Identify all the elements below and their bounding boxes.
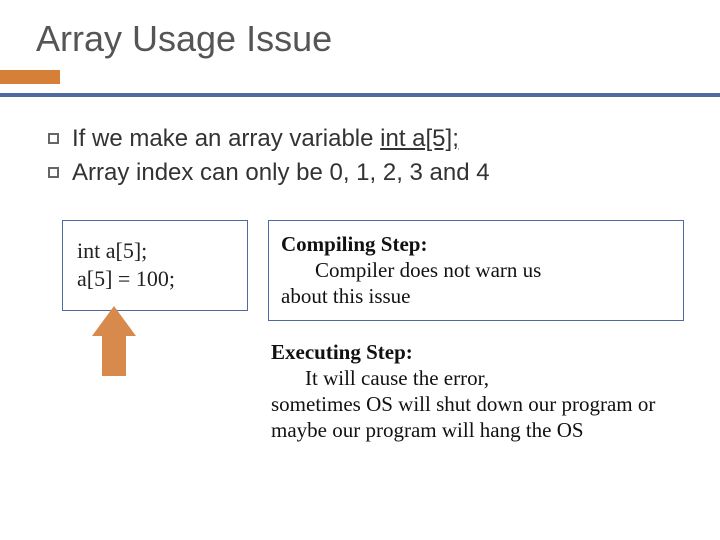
code-line: int a[5];	[77, 237, 227, 266]
inline-code: int a[5];	[380, 125, 459, 152]
note-body: Compiler does not warn us	[315, 258, 541, 282]
note-heading: Compiling Step:	[281, 232, 427, 256]
bullet-item: Array index can only be 0, 1, 2, 3 and 4	[44, 157, 684, 189]
bullet-text: If we make an array variable	[72, 125, 380, 152]
note-heading: Executing Step:	[271, 340, 413, 364]
slide-title: Array Usage Issue	[36, 18, 684, 60]
note-body: sometimes OS will shut down our program …	[271, 392, 655, 442]
horizontal-rule	[0, 93, 720, 97]
bullet-item: If we make an array variable int a[5];	[44, 123, 684, 155]
accent-bar	[0, 70, 60, 84]
compile-note: Compiling Step: Compiler does not warn u…	[268, 220, 684, 321]
notes-column: Compiling Step: Compiler does not warn u…	[268, 220, 684, 444]
slide: Array Usage Issue If we make an array va…	[0, 0, 720, 540]
note-body: about this issue	[281, 284, 411, 308]
note-body: It will cause the error,	[305, 366, 489, 390]
title-rule	[0, 70, 720, 97]
content-row: int a[5]; a[5] = 100; Compiling Step: Co…	[36, 220, 684, 444]
execute-note: Executing Step: It will cause the error,…	[268, 339, 656, 444]
code-column: int a[5]; a[5] = 100;	[62, 220, 248, 311]
bullet-list: If we make an array variable int a[5]; A…	[44, 123, 684, 190]
bullet-text: Array index can only be 0, 1, 2, 3 and 4	[72, 159, 490, 186]
code-line: a[5] = 100;	[77, 265, 227, 294]
code-box: int a[5]; a[5] = 100;	[62, 220, 248, 311]
up-arrow-icon	[92, 306, 136, 376]
